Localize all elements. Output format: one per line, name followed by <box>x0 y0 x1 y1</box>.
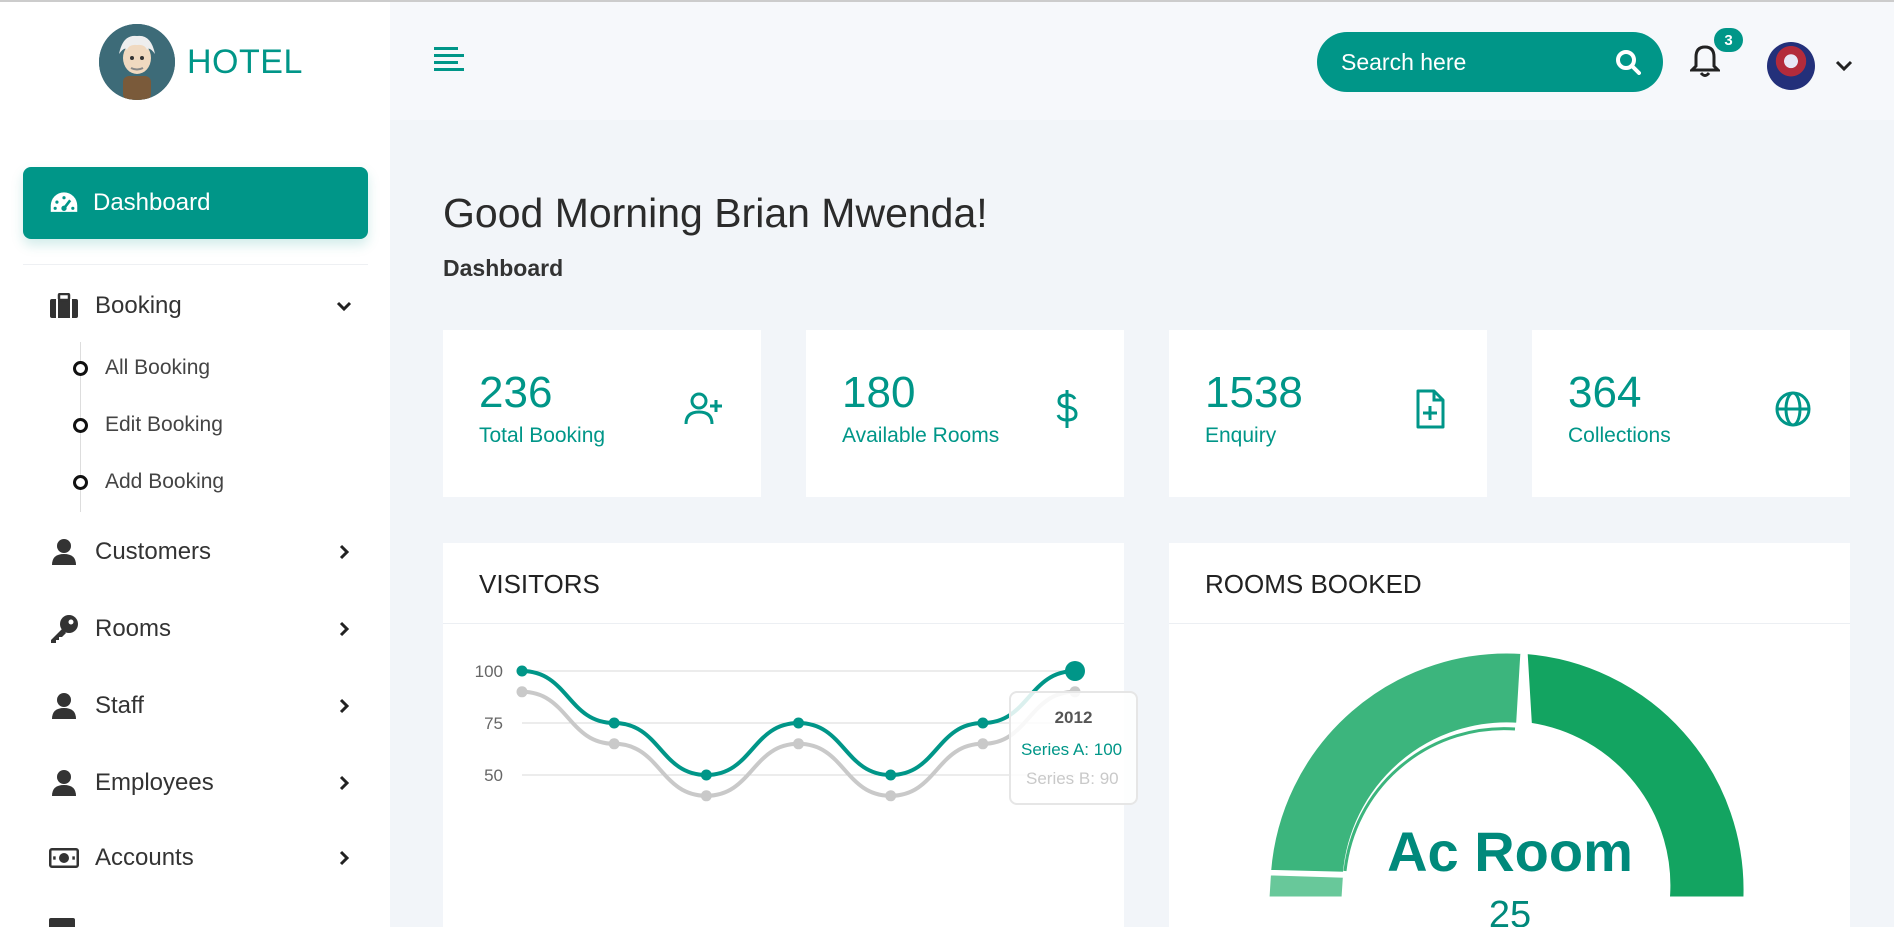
brand-logo[interactable]: HOTEL <box>99 24 303 100</box>
donut-center-value: 25 <box>1489 894 1531 927</box>
submenu-item-add-booking[interactable]: Add Booking <box>73 470 224 494</box>
stat-label: Enquiry <box>1205 424 1277 447</box>
search-input[interactable]: Search here <box>1341 49 1615 76</box>
rooms-booked-panel: ROOMS BOOKED Ac Room 25 <box>1169 543 1850 927</box>
user-icon <box>49 768 79 798</box>
briefcase-icon <box>49 291 79 321</box>
sidebar-item-label: Customers <box>95 538 212 565</box>
globe-icon <box>1775 391 1811 427</box>
stat-value: 236 <box>479 368 553 417</box>
data-point-a <box>1065 661 1085 681</box>
chevron-down-icon <box>336 301 352 312</box>
search-icon[interactable] <box>1615 49 1641 75</box>
hamburger-icon <box>434 47 464 71</box>
bullet-icon <box>73 417 88 433</box>
sidebar-divider <box>23 264 368 265</box>
stat-value: 180 <box>842 368 916 417</box>
page-greeting: Good Morning Brian Mwenda! <box>443 190 988 236</box>
data-point-b <box>700 790 712 802</box>
y-tick-label: 75 <box>484 714 503 733</box>
data-point-b <box>793 738 804 750</box>
brand-avatar <box>99 24 175 100</box>
sidebar-item-employees[interactable]: Employees <box>49 763 354 803</box>
stat-value: 1538 <box>1205 368 1303 417</box>
chevron-right-icon <box>339 698 350 714</box>
file-plus-icon <box>1416 389 1445 429</box>
submenu-label: Add Booking <box>105 470 225 493</box>
tooltip-title: 2012 <box>1054 708 1093 727</box>
user-plus-icon <box>684 392 722 425</box>
sidebar-item-label: Booking <box>95 292 182 319</box>
sidebar-item-dashboard[interactable]: Dashboard <box>23 167 368 239</box>
breadcrumb: Dashboard <box>443 255 564 281</box>
menu-toggle-button[interactable] <box>433 45 465 78</box>
chevron-right-icon <box>339 621 350 637</box>
donut-segment-c <box>1266 872 1346 900</box>
sidebar-item-label: Staff <box>95 692 144 719</box>
sidebar-item-label: Employees <box>95 769 214 796</box>
brand-name: HOTEL <box>187 42 303 81</box>
search-bar[interactable]: Search here <box>1317 32 1663 92</box>
sidebar-item-label: Rooms <box>95 615 172 642</box>
data-point-b <box>516 686 528 698</box>
sidebar-item-rooms[interactable]: Rooms <box>49 609 354 649</box>
sidebar: HOTEL Dashboard Booking All Booking Edit… <box>0 2 390 927</box>
chart-tooltip: 2012 Series A: 100 Series B: 90 <box>1009 691 1138 805</box>
data-point-a <box>608 717 620 729</box>
data-point-a <box>516 665 528 677</box>
submenu-item-all-booking[interactable]: All Booking <box>73 356 210 380</box>
sidebar-item-booking[interactable]: Booking <box>49 286 354 326</box>
data-point-b <box>608 738 620 750</box>
y-tick-label: 50 <box>484 766 503 785</box>
stat-value: 364 <box>1568 368 1642 417</box>
stat-card-collections: 364 Collections <box>1532 330 1850 497</box>
data-point-a <box>700 769 712 781</box>
user-avatar[interactable] <box>1767 42 1815 90</box>
y-tick-label: 100 <box>475 662 503 681</box>
sidebar-item-label: Dashboard <box>93 189 211 216</box>
data-point-a <box>977 717 989 729</box>
sidebar-item-accounts[interactable]: Accounts <box>49 838 354 878</box>
stat-card-enquiry: 1538 Enquiry <box>1169 330 1487 497</box>
data-point-a <box>793 717 804 729</box>
bullet-icon <box>73 360 88 376</box>
stat-card-total-booking: 236 Total Booking <box>443 330 761 497</box>
stat-card-available-rooms: 180 Available Rooms <box>806 330 1124 497</box>
submenu-label: Edit Booking <box>105 413 223 436</box>
chevron-right-icon <box>339 775 350 791</box>
bullet-icon <box>73 474 88 490</box>
data-point-b <box>977 738 989 750</box>
money-icon <box>49 843 79 873</box>
chevron-down-icon[interactable] <box>1834 56 1854 76</box>
user-icon <box>49 537 79 567</box>
bell-icon <box>1688 45 1722 77</box>
submenu-item-edit-booking[interactable]: Edit Booking <box>73 413 223 437</box>
data-point-b <box>885 790 897 802</box>
donut-center-label: Ac Room <box>1387 820 1633 883</box>
dashboard-icon <box>49 188 79 218</box>
submenu-label: All Booking <box>105 356 211 379</box>
dollar-icon <box>1056 390 1078 428</box>
sidebar-item-label: Accounts <box>95 844 194 871</box>
chevron-right-icon <box>339 850 350 866</box>
notifications-button[interactable] <box>1688 44 1722 83</box>
sidebar-item-staff[interactable]: Staff <box>49 686 354 726</box>
sidebar-item-partial-icon <box>49 918 75 927</box>
user-icon <box>49 691 79 721</box>
chevron-right-icon <box>339 544 350 560</box>
stat-label: Total Booking <box>479 424 606 447</box>
notification-badge: 3 <box>1714 28 1743 52</box>
rooms-donut-chart: Ac Room 25 <box>1266 650 1747 927</box>
top-header: Search here 3 <box>390 2 1894 120</box>
sidebar-item-customers[interactable]: Customers <box>49 532 354 572</box>
stat-label: Available Rooms <box>842 424 1000 447</box>
key-icon <box>49 614 79 644</box>
tooltip-series-a: Series A: 100 <box>1021 740 1123 759</box>
tooltip-series-b: Series B: 90 <box>1026 769 1119 788</box>
data-point-a <box>885 769 897 781</box>
stat-label: Collections <box>1568 424 1671 447</box>
